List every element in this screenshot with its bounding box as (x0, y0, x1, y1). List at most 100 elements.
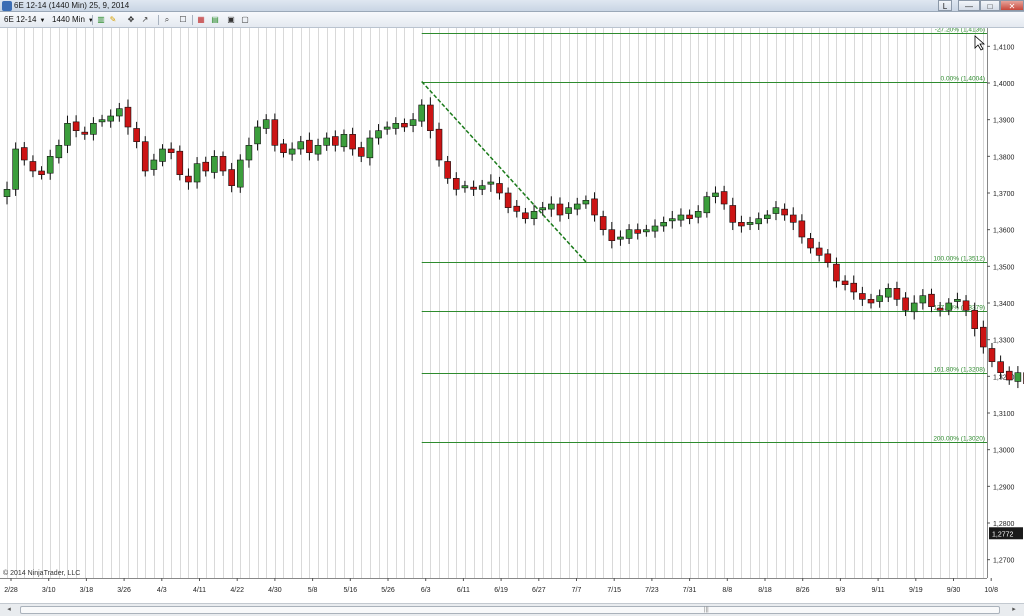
toolbar-divider (158, 15, 159, 25)
link-button[interactable]: L (938, 0, 952, 11)
properties-icon[interactable]: ☐ (178, 15, 188, 25)
candle-down (867, 299, 875, 304)
strategy-icon[interactable]: ▦ (196, 15, 206, 25)
x-tick-label: 4/11 (193, 587, 206, 594)
x-tick-label: 9/19 (909, 587, 923, 594)
candle-down (185, 175, 192, 183)
indicator-icon[interactable]: ▤ (210, 15, 220, 25)
x-tick-label: 4/3 (157, 587, 167, 594)
copyright-text: © 2014 NinjaTrader, LLC (3, 569, 80, 577)
pencil-icon[interactable]: ✎ (108, 15, 118, 25)
candle-down (738, 222, 745, 227)
horizontal-scrollbar[interactable]: ◂ ||| ▸ (0, 603, 1024, 616)
candle-up (98, 119, 106, 123)
interval-selector[interactable]: 1440 Min ▼ (52, 14, 94, 26)
candle-down (349, 134, 356, 150)
x-tick-label: 9/30 (947, 587, 961, 594)
scroll-left-button[interactable]: ◂ (3, 605, 15, 615)
candle-up (193, 163, 201, 183)
x-tick-label: 8/26 (796, 587, 810, 594)
candle-up (643, 229, 650, 233)
candle-up (565, 207, 572, 214)
fib-level-label: 0.00% (1,4004) (941, 76, 985, 83)
candle-down (807, 238, 814, 249)
candle-up (487, 181, 495, 185)
x-tick-label: 3/26 (117, 587, 131, 594)
x-tick-label: 4/22 (230, 587, 244, 594)
candle-down (228, 169, 235, 186)
candle-down (306, 139, 313, 153)
candle-down (936, 307, 944, 311)
candle-down (496, 183, 503, 194)
toolbar-divider (192, 15, 193, 25)
candle-down (167, 148, 175, 153)
y-tick-label: 1,4100 (993, 44, 1015, 51)
price-chart[interactable]: 1,4100 1,4000 1,3900 1,3800 1,3700 1,3600 1,35… (0, 28, 1024, 603)
scroll-right-button[interactable]: ▸ (1008, 605, 1020, 615)
bar-style-icon[interactable]: ▥ (96, 15, 106, 25)
candle-down (124, 106, 132, 128)
y-tick-label: 1,3800 (993, 154, 1015, 161)
candle-up (573, 203, 581, 210)
candle-down (720, 191, 728, 205)
candle-down (202, 161, 210, 172)
scroll-thumb[interactable] (20, 606, 1000, 614)
data-box-icon[interactable]: ▣ (226, 15, 236, 25)
last-price-label: 1,2772 (992, 531, 1014, 538)
candle-down (470, 186, 477, 190)
candle-down (833, 263, 840, 282)
fib-level-label: 200.00% (1,3020) (933, 436, 985, 443)
candle-down (556, 203, 564, 216)
candle-down (29, 161, 37, 172)
candle-up (617, 236, 624, 240)
candle-down (513, 205, 521, 212)
candle-down (893, 288, 901, 300)
candle-down (902, 297, 909, 311)
y-tick-label: 1,4000 (993, 81, 1015, 88)
fib-level-label: -27.20% (1,4136) (935, 28, 985, 34)
x-tick-label: 7/31 (683, 587, 697, 594)
window-title: 6E 12-14 (1440 Min) 25, 9, 2014 (14, 1, 130, 10)
candle-up (1014, 372, 1022, 382)
candle-down (789, 214, 797, 223)
candle-up (64, 123, 71, 146)
candle-up (677, 214, 685, 221)
scroll-grip-icon: ||| (704, 607, 709, 613)
candle-down (928, 293, 935, 307)
candle-down (798, 220, 806, 238)
candle-down (634, 229, 642, 234)
candle-down (401, 123, 408, 128)
fib-level-label: 100.00% (1,3512) (933, 256, 985, 263)
y-tick-label: 1,2800 (993, 521, 1015, 528)
candle-up (297, 141, 305, 150)
candle-up (582, 200, 590, 205)
candle-up (668, 218, 676, 222)
candle-up (945, 302, 953, 311)
candle-up (3, 189, 11, 197)
candle-down (824, 253, 832, 263)
zoom-icon[interactable]: ⌕ (162, 15, 172, 25)
candle-down (271, 119, 279, 146)
drawing-tools-icon[interactable]: ✥ (126, 15, 136, 25)
candle-up (755, 218, 762, 225)
instrument-selector[interactable]: 6E 12-14 ▼ (4, 14, 45, 26)
candle-up (703, 196, 711, 214)
y-tick-label: 1,3900 (993, 118, 1015, 125)
candle-down (599, 216, 607, 230)
minimize-button[interactable]: — (958, 0, 980, 11)
cursor-icon[interactable]: ↗ (140, 15, 150, 25)
chart-trader-icon[interactable]: ▢ (240, 15, 250, 25)
chart-window: 6E 12-14 (1440 Min) 25, 9, 2014 L — □ ✕ … (0, 0, 1024, 616)
close-button[interactable]: ✕ (1000, 0, 1024, 11)
candle-up (245, 145, 253, 161)
x-tick-label: 7/23 (645, 587, 659, 594)
maximize-button[interactable]: □ (980, 0, 1000, 11)
candle-up (288, 148, 296, 155)
candle-up (651, 225, 659, 232)
fib-level-label: 161.80% (1,3208) (933, 367, 985, 374)
candle-down (81, 131, 89, 135)
candle-down (962, 300, 970, 311)
x-tick-label: 5/16 (343, 587, 357, 594)
x-tick-label: 6/11 (457, 587, 470, 594)
candle-up (314, 145, 322, 155)
